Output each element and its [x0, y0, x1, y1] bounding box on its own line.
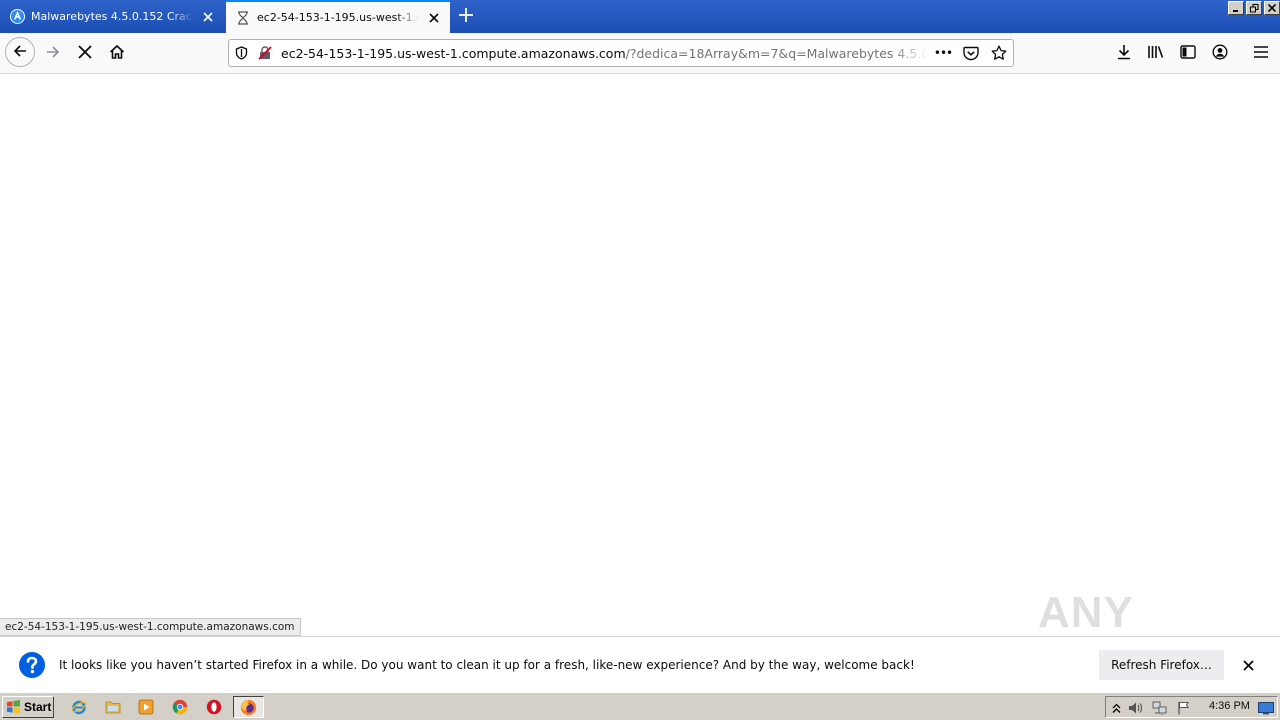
plus-icon: [459, 7, 473, 25]
windows-logo-icon: [6, 700, 21, 714]
tab-title: Malwarebytes 4.5.0.152 Crack ch: [31, 10, 194, 23]
tab-close-icon[interactable]: [426, 10, 442, 26]
notification-message: It looks like you haven’t started Firefo…: [59, 658, 915, 672]
hamburger-menu-icon: [1254, 45, 1268, 61]
file-explorer-icon[interactable]: [104, 698, 122, 716]
taskbar-clock: 4:36 PM: [1209, 700, 1250, 712]
page-actions-icon[interactable]: •••: [929, 41, 957, 65]
close-notification-icon[interactable]: [1238, 655, 1258, 675]
close-window-icon[interactable]: [1264, 1, 1280, 15]
media-player-icon[interactable]: [137, 698, 155, 716]
windows-taskbar: Start 4:36 PM: [0, 692, 1280, 720]
navigation-toolbar: ec2-54-153-1-195.us-west-1.compute.amazo…: [0, 33, 1280, 74]
home-button[interactable]: [103, 39, 131, 67]
refresh-firefox-notification: It looks like you haven’t started Firefo…: [0, 636, 1280, 692]
taskbar-firefox-window[interactable]: [233, 696, 264, 718]
network-icon[interactable]: [1152, 700, 1168, 716]
internet-explorer-icon[interactable]: [70, 698, 88, 716]
url-text: ec2-54-153-1-195.us-west-1.compute.amazo…: [277, 46, 929, 61]
question-icon: [18, 651, 46, 679]
tab-strip: Malwarebytes 4.5.0.152 Crack ch ec2-54-1…: [0, 0, 1280, 33]
library-button[interactable]: [1142, 39, 1170, 67]
chrome-icon[interactable]: [171, 698, 189, 716]
home-icon: [109, 44, 125, 63]
opera-icon[interactable]: [205, 698, 223, 716]
sidebar-icon: [1180, 44, 1196, 62]
forward-button[interactable]: [39, 39, 67, 67]
stop-loading-button[interactable]: [71, 39, 99, 67]
url-bar[interactable]: ec2-54-153-1-195.us-west-1.compute.amazo…: [228, 39, 1014, 67]
malwarebytes-icon: [9, 9, 25, 25]
shield-icon[interactable]: [229, 41, 253, 65]
action-center-flag-icon[interactable]: [1176, 700, 1192, 716]
start-button[interactable]: Start: [2, 696, 54, 718]
status-link-preview: ec2-54-153-1-195.us-west-1.compute.amazo…: [0, 618, 301, 636]
tab-malwarebytes[interactable]: Malwarebytes 4.5.0.152 Crack ch: [0, 0, 224, 33]
start-label: Start: [24, 700, 52, 714]
library-icon: [1147, 44, 1165, 63]
arrow-left-icon: [12, 43, 28, 62]
downloads-button[interactable]: [1110, 39, 1138, 67]
tab-title: ec2-54-153-1-195.us-west-1.compute: [257, 11, 420, 24]
window-controls: [1226, 1, 1280, 15]
system-tray: 4:36 PM: [1105, 696, 1278, 718]
restore-icon[interactable]: [1246, 1, 1262, 15]
tab-ec2-page[interactable]: ec2-54-153-1-195.us-west-1.compute: [226, 0, 450, 33]
page-content[interactable]: [0, 74, 1280, 636]
stop-x-icon: [78, 44, 92, 62]
account-button[interactable]: [1206, 39, 1234, 67]
sidebar-button[interactable]: [1174, 39, 1202, 67]
show-hidden-icons-icon[interactable]: [1108, 700, 1124, 716]
hourglass-loading-icon: [235, 10, 251, 26]
show-desktop-icon[interactable]: [1258, 700, 1274, 716]
bookmark-star-icon[interactable]: [985, 41, 1013, 65]
volume-icon[interactable]: [1128, 700, 1144, 716]
insecure-connection-icon[interactable]: [253, 41, 277, 65]
minimize-icon[interactable]: [1228, 1, 1244, 15]
back-button[interactable]: [5, 37, 35, 67]
url-path: /?dedica=18Array&m=7&q=Malwarebytes 4.5.…: [625, 45, 929, 61]
refresh-firefox-button[interactable]: Refresh Firefox…: [1099, 650, 1224, 680]
firefox-icon: [240, 699, 257, 716]
account-icon: [1212, 43, 1228, 63]
pocket-icon[interactable]: [957, 41, 985, 65]
tab-close-icon[interactable]: [200, 9, 216, 25]
menu-button[interactable]: [1247, 39, 1275, 67]
new-tab-button[interactable]: [455, 5, 477, 27]
arrow-right-icon: [45, 44, 61, 63]
download-arrow-icon: [1116, 44, 1132, 63]
url-host: ec2-54-153-1-195.us-west-1.compute.amazo…: [281, 45, 626, 61]
